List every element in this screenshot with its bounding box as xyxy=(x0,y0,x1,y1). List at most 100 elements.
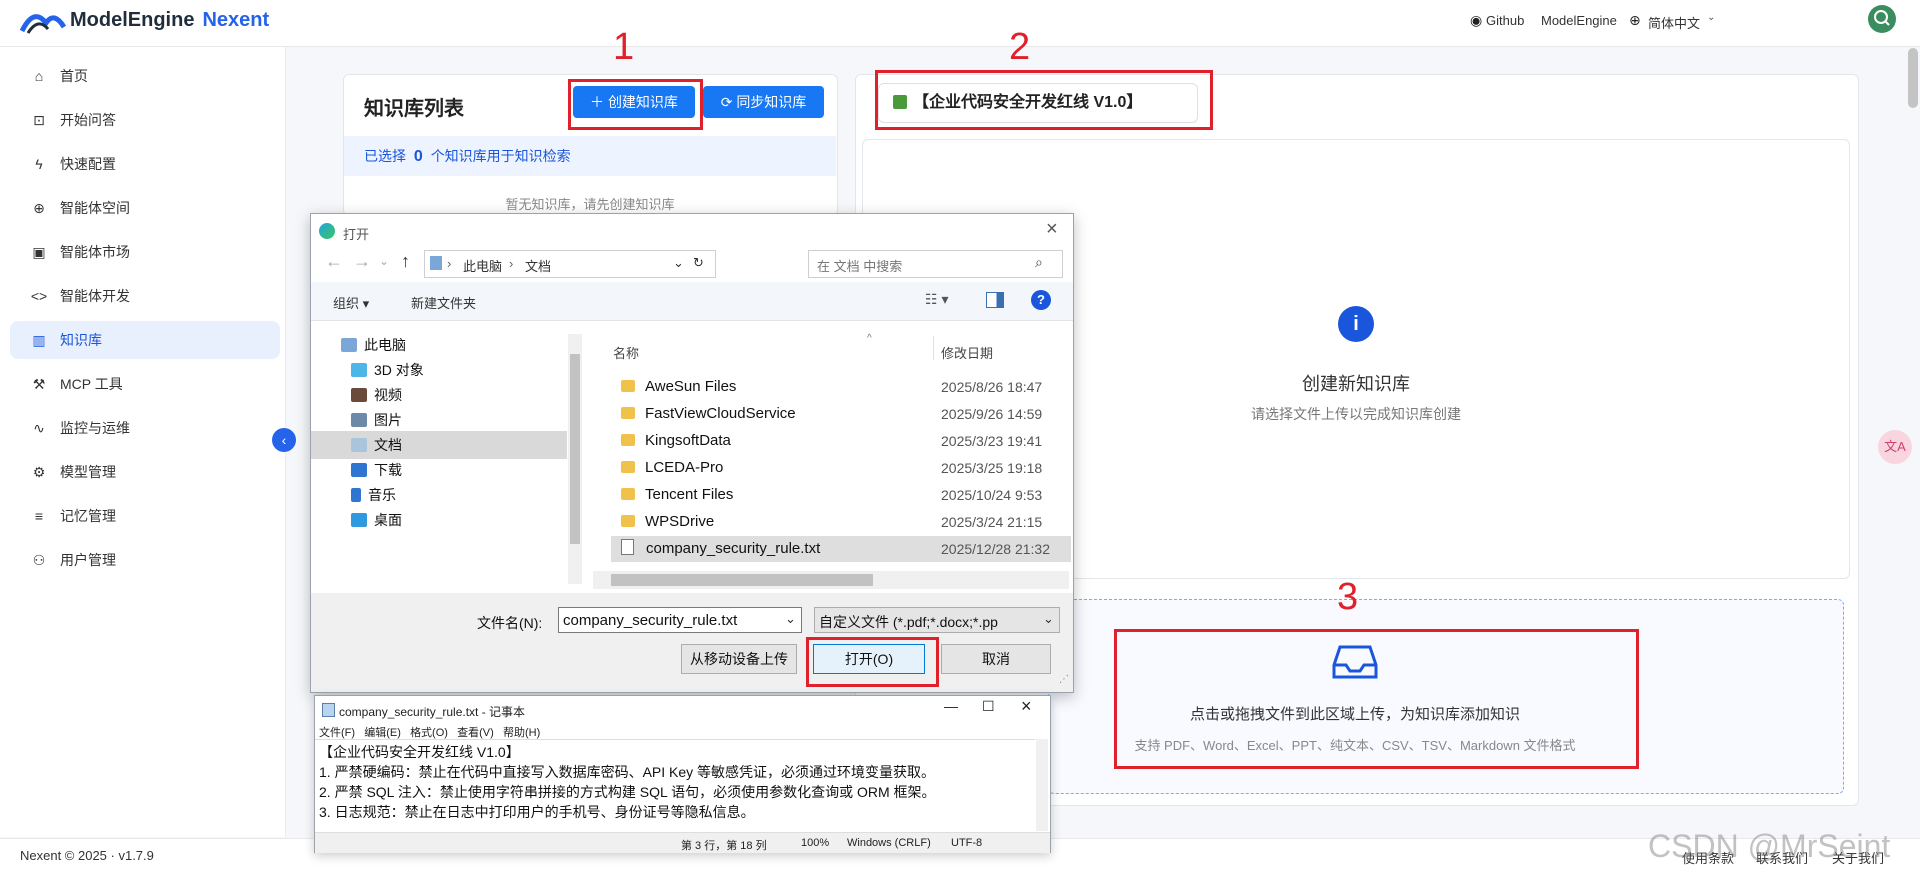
file-type-select[interactable]: 自定义文件 (*.pdf;*.docx;*.pp ⌄ xyxy=(814,607,1060,633)
page-scrollbar[interactable] xyxy=(1908,48,1918,108)
users-icon: ⚇ xyxy=(32,552,46,568)
sidebar-item-knowledge-base[interactable]: ▥ 知识库 xyxy=(10,321,280,359)
folder-icon xyxy=(621,407,635,419)
file-row-selected[interactable]: company_security_rule.txt 2025/12/28 21:3… xyxy=(611,536,1071,562)
filename-input[interactable]: company_security_rule.txt ⌄ xyxy=(558,607,802,633)
sidebar-item-memory-management[interactable]: ≡ 记忆管理 xyxy=(10,497,280,535)
menu-format[interactable]: 格式(O) xyxy=(410,727,448,739)
github-link[interactable]: Github xyxy=(1486,13,1524,28)
file-row[interactable]: WPSDrive 2025/3/24 21:15 xyxy=(611,509,1081,535)
sidebar-item-quick-config[interactable]: ϟ 快速配置 xyxy=(10,145,280,183)
annotation-box-2 xyxy=(875,70,1213,130)
column-date[interactable]: 修改日期 xyxy=(941,343,993,362)
edge-icon xyxy=(319,223,335,239)
search-avatar-button[interactable] xyxy=(1868,5,1896,33)
menu-edit[interactable]: 编辑(E) xyxy=(364,727,401,739)
sidebar-collapse-button[interactable]: ‹ xyxy=(272,428,296,452)
forward-arrow-icon[interactable]: → xyxy=(353,251,371,272)
address-dropdown-icon[interactable]: ⌄ xyxy=(673,255,684,271)
search-box[interactable]: 在 文档 中搜索 ⌕ xyxy=(808,250,1063,278)
tree-scrollbar[interactable] xyxy=(568,334,582,584)
sidebar-item-agent-space[interactable]: ⊕ 智能体空间 xyxy=(10,189,280,227)
notepad-text-area[interactable]: 【企业代码安全开发红线 V1.0】 1. 严禁硬编码：禁止在代码中直接写入数据库… xyxy=(315,739,1035,832)
sidebar-item-user-management[interactable]: ⚇ 用户管理 xyxy=(10,541,280,579)
cancel-button[interactable]: 取消 xyxy=(941,644,1051,674)
new-folder-button[interactable]: 新建文件夹 xyxy=(411,293,476,312)
tree-label: 视频 xyxy=(374,387,402,403)
tree-item-3d-objects[interactable]: 3D 对象 xyxy=(351,360,424,380)
tree-item-videos[interactable]: 视频 xyxy=(351,385,402,405)
status-line-ending: Windows (CRLF) xyxy=(847,837,931,849)
sidebar-item-home[interactable]: ⌂ 首页 xyxy=(10,57,280,95)
download-icon xyxy=(351,463,367,477)
tree-item-documents[interactable]: 文档 xyxy=(351,435,402,455)
menu-help[interactable]: 帮助(H) xyxy=(503,727,540,739)
dialog-close-icon[interactable]: × xyxy=(1046,218,1058,241)
file-date: 2025/10/24 9:53 xyxy=(941,487,1043,503)
language-select[interactable]: 简体中文 xyxy=(1648,13,1700,32)
file-row[interactable]: Tencent Files 2025/10/24 9:53 xyxy=(611,482,1081,508)
organize-label: 组织 xyxy=(333,296,360,311)
resize-grip-icon[interactable]: ⋰ xyxy=(1059,674,1069,685)
organize-button[interactable]: 组织 ▾ xyxy=(333,293,369,312)
tree-label: 此电脑 xyxy=(364,337,406,353)
sidebar-item-model-management[interactable]: ⚙ 模型管理 xyxy=(10,453,280,491)
cube-icon xyxy=(351,363,367,377)
create-kb-title: 创建新知识库 xyxy=(1302,374,1410,394)
breadcrumb-documents[interactable]: 文档 xyxy=(525,256,551,275)
folder-icon xyxy=(621,488,635,500)
sync-kb-button[interactable]: ⟳ 同步知识库 xyxy=(703,86,824,118)
back-arrow-icon[interactable]: ← xyxy=(325,251,343,272)
wrench-icon: ⚒ xyxy=(32,376,46,392)
home-icon: ⌂ xyxy=(34,68,44,84)
maximize-icon[interactable]: ☐ xyxy=(982,698,995,715)
file-list-hscrollbar[interactable] xyxy=(593,571,1069,589)
file-row[interactable]: FastViewCloudService 2025/9/26 14:59 xyxy=(611,401,1081,427)
file-name: FastViewCloudService xyxy=(645,405,796,422)
sidebar-item-agent-dev[interactable]: <> 智能体开发 xyxy=(10,277,280,315)
tree-item-music[interactable]: 音乐 xyxy=(351,485,396,505)
globe-icon: ⊕ xyxy=(1629,12,1641,28)
column-name[interactable]: 名称 xyxy=(613,343,639,362)
folder-icon xyxy=(621,461,635,473)
recent-chevron-icon[interactable]: ⌄ xyxy=(379,254,389,268)
translate-float-button[interactable]: 文A xyxy=(1878,430,1912,464)
sidebar-item-monitoring[interactable]: ∿ 监控与运维 xyxy=(10,409,280,447)
file-row[interactable]: AweSun Files 2025/8/26 18:47 xyxy=(611,374,1081,400)
file-date: 2025/12/28 21:32 xyxy=(941,541,1050,557)
notepad-vscrollbar[interactable] xyxy=(1036,739,1048,831)
hscroll-thumb[interactable] xyxy=(611,574,873,586)
gear-icon: ⚙ xyxy=(32,464,46,480)
modelengine-link[interactable]: ModelEngine xyxy=(1541,13,1617,28)
upload-from-mobile-button[interactable]: 从移动设备上传 xyxy=(681,644,797,674)
minimize-icon[interactable]: — xyxy=(944,698,958,714)
annotation-box-4 xyxy=(806,637,939,687)
file-name: company_security_rule.txt xyxy=(646,540,821,557)
up-arrow-icon[interactable]: ↑ xyxy=(401,251,410,272)
file-row[interactable]: LCEDA-Pro 2025/3/25 19:18 xyxy=(611,455,1081,481)
preview-pane-icon[interactable] xyxy=(986,292,1004,308)
tree-item-desktop[interactable]: 桌面 xyxy=(351,510,402,530)
tree-scroll-thumb[interactable] xyxy=(570,354,580,544)
brand-logo[interactable]: ModelEngine Nexent xyxy=(70,9,269,32)
tree-item-this-pc[interactable]: 此电脑 xyxy=(341,335,406,355)
sidebar-item-chat[interactable]: ⊡ 开始问答 xyxy=(10,101,280,139)
breadcrumb-this-pc[interactable]: 此电脑 xyxy=(463,256,502,275)
annotation-box-1 xyxy=(568,79,703,130)
search-input[interactable]: 在 文档 中搜索 xyxy=(817,256,902,275)
chevron-left-icon: ‹ xyxy=(281,432,287,448)
help-icon[interactable]: ? xyxy=(1031,290,1051,310)
code-icon: <> xyxy=(30,288,48,304)
tree-item-downloads[interactable]: 下载 xyxy=(351,460,402,480)
tree-item-pictures[interactable]: 图片 xyxy=(351,410,402,430)
tree-label: 下载 xyxy=(374,462,402,478)
file-row[interactable]: KingsoftData 2025/3/23 19:41 xyxy=(611,428,1081,454)
view-options-icon[interactable]: ☷ ▾ xyxy=(925,291,948,308)
menu-view[interactable]: 查看(V) xyxy=(457,727,494,739)
menu-file[interactable]: 文件(F) xyxy=(319,727,355,739)
close-icon[interactable]: × xyxy=(1021,696,1032,717)
address-bar[interactable]: › 此电脑 › 文档 ⌄ ↻ xyxy=(424,250,716,278)
sidebar-item-mcp-tools[interactable]: ⚒ MCP 工具 xyxy=(10,365,280,403)
refresh-icon[interactable]: ↻ xyxy=(693,255,704,271)
sidebar-item-agent-market[interactable]: ▣ 智能体市场 xyxy=(10,233,280,271)
